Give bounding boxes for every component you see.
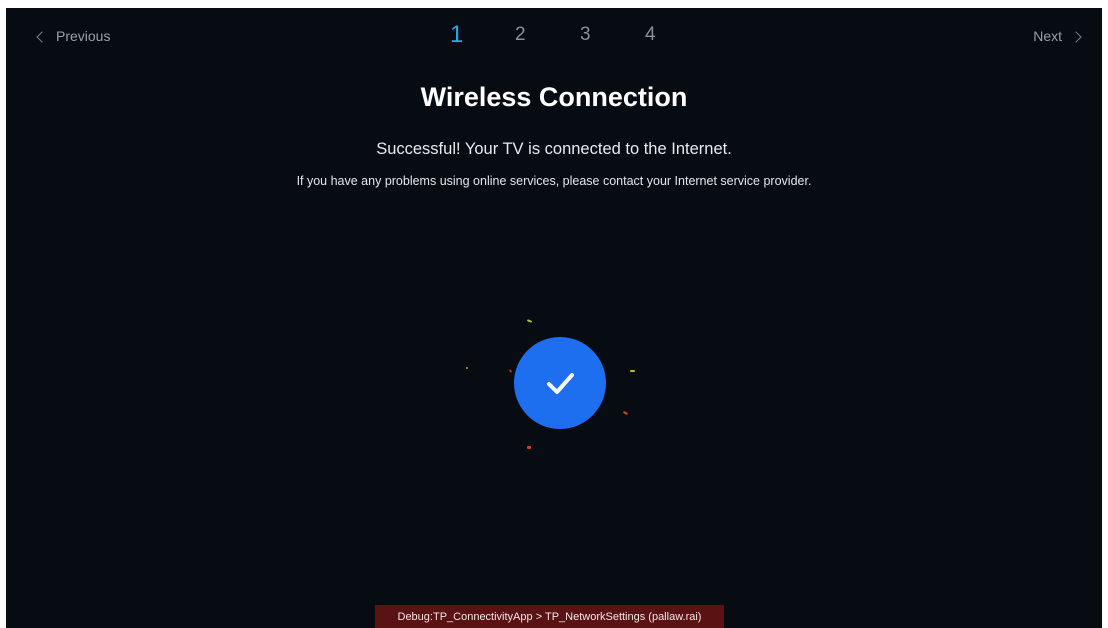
step-4[interactable]: 4: [645, 24, 710, 49]
next-button[interactable]: Next: [1033, 28, 1082, 44]
confetti-piece: [466, 367, 468, 369]
confetti-piece: [630, 370, 635, 372]
previous-label: Previous: [56, 28, 111, 44]
debug-text: Debug:TP_ConnectivityApp > TP_NetworkSet…: [397, 610, 702, 623]
next-label: Next: [1033, 28, 1062, 44]
page-title: Wireless Connection: [420, 82, 688, 112]
confetti-piece: [527, 446, 531, 449]
step-2[interactable]: 2: [515, 24, 580, 49]
confetti-piece: [526, 319, 533, 323]
success-message: Successful! Your TV is connected to the …: [376, 140, 732, 158]
step-3[interactable]: 3: [580, 24, 645, 49]
previous-button[interactable]: Previous: [36, 28, 111, 44]
confetti-piece: [622, 410, 629, 416]
step-1[interactable]: 1: [450, 21, 515, 49]
chevron-left-icon: [36, 30, 48, 43]
help-message: If you have any problems using online se…: [296, 174, 812, 188]
debug-bar: Debug:TP_ConnectivityApp > TP_NetworkSet…: [375, 605, 724, 628]
tv-screen: Previous 1 2 3 4 Next Wireless Connectio…: [6, 8, 1102, 628]
confetti-piece: [508, 369, 513, 373]
step-indicator: 1 2 3 4: [450, 21, 710, 49]
success-check-badge: [514, 337, 606, 429]
checkmark-icon: [547, 373, 574, 394]
chevron-right-icon: [1070, 30, 1082, 43]
